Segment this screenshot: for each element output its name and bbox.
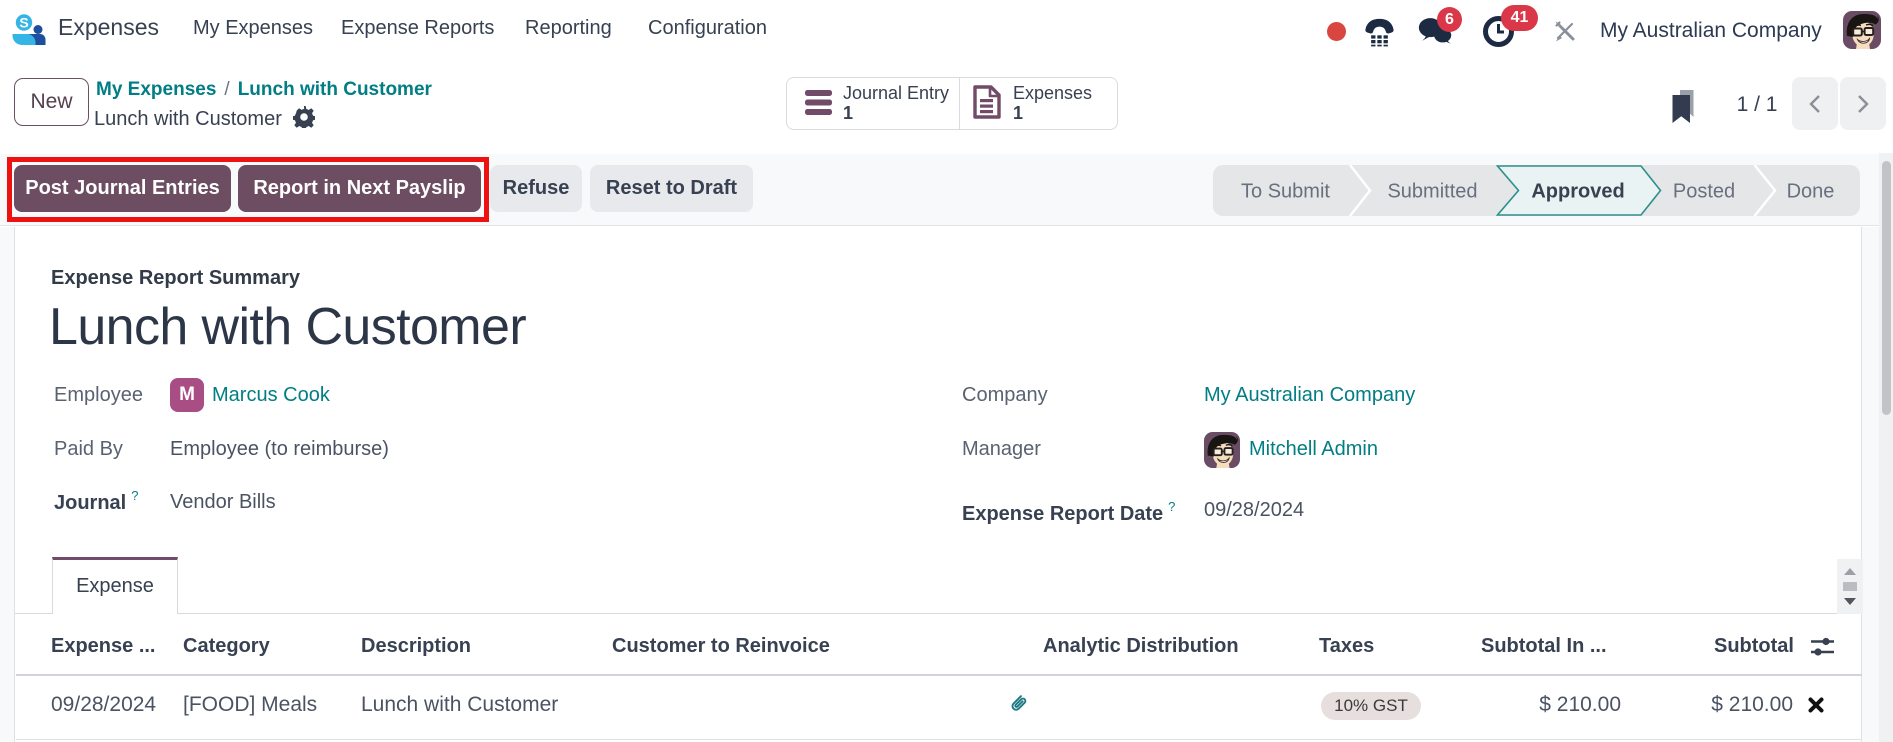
svg-text:Approved: Approved: [1531, 181, 1624, 203]
svg-text:Posted: Posted: [1673, 181, 1735, 203]
svg-text:To Submit: To Submit: [1241, 181, 1330, 203]
svg-text:Done: Done: [1787, 181, 1835, 203]
svg-text:Submitted: Submitted: [1387, 181, 1477, 203]
svg-text:S: S: [19, 15, 28, 31]
